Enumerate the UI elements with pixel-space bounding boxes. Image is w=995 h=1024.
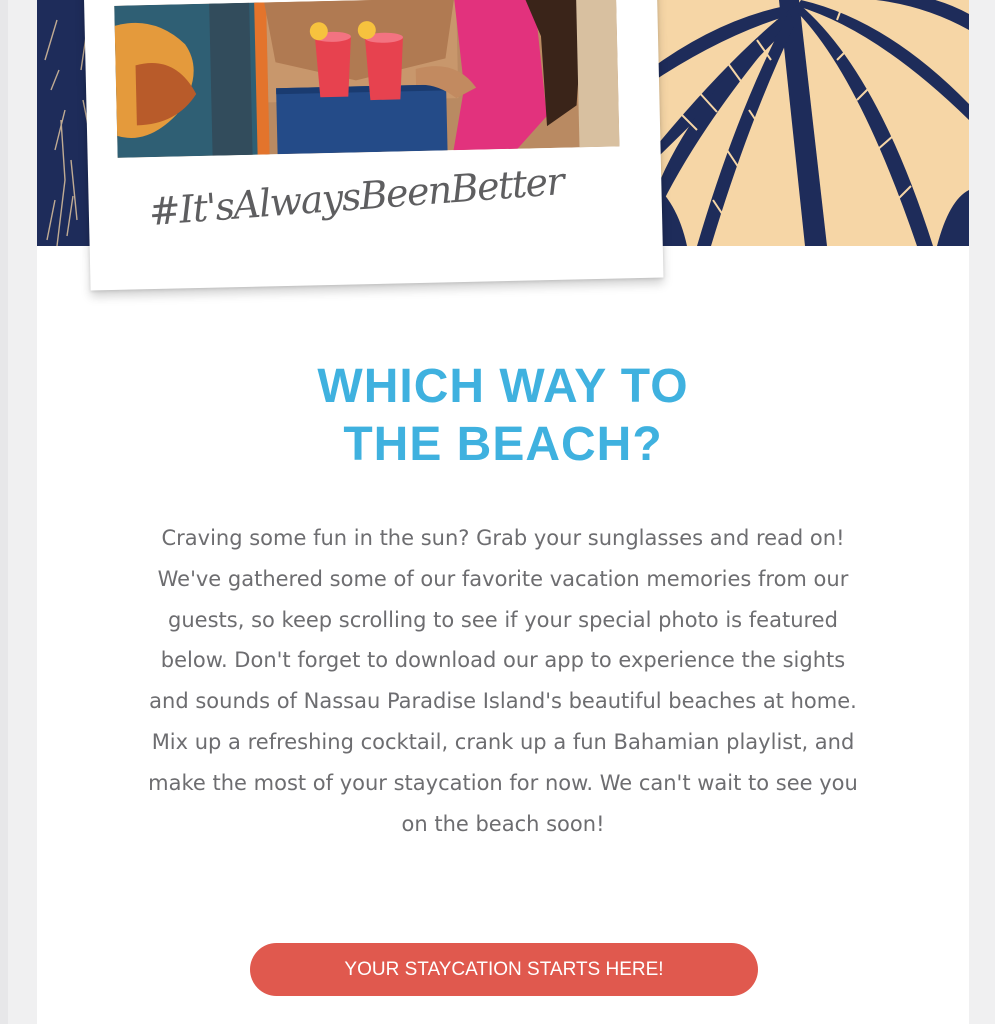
- hashtag-text: #It'sAlwaysBeenBetter: [147, 159, 565, 235]
- body-paragraph: Craving some fun in the sun? Grab your s…: [148, 526, 858, 836]
- page-gutter: [0, 0, 8, 1024]
- headline-line-1: WHICH WAY TO: [317, 360, 689, 413]
- polaroid-card: #It'sAlwaysBeenBetter: [83, 0, 664, 291]
- hero-banner: #It'sAlwaysBeenBetter: [37, 0, 969, 291]
- email-body: #It'sAlwaysBeenBetter WHICH WAY TO THE B…: [37, 0, 969, 1024]
- cocktail-photo: [114, 0, 620, 158]
- headline: WHICH WAY TO THE BEACH?: [37, 358, 969, 474]
- staycation-cta-button[interactable]: YOUR STAYCATION STARTS HERE!: [250, 943, 758, 996]
- headline-line-2: THE BEACH?: [343, 418, 663, 471]
